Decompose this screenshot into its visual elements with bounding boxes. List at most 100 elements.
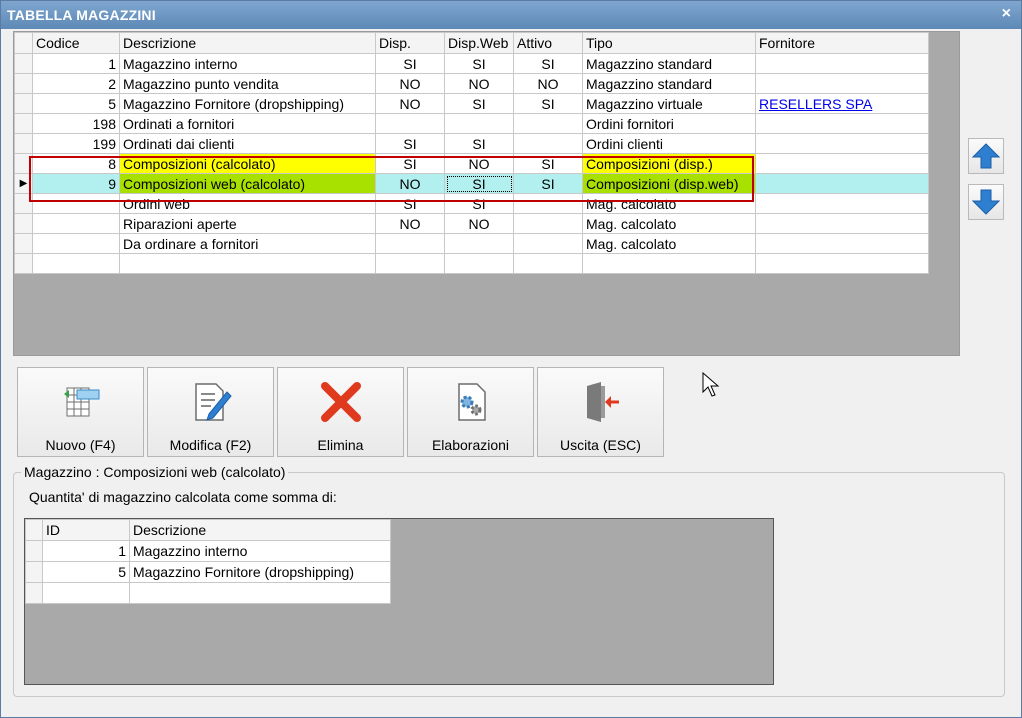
cell-attivo[interactable] bbox=[513, 213, 583, 234]
cell-codice[interactable]: 9 bbox=[32, 173, 120, 194]
cell-descrizione[interactable]: Magazzino interno bbox=[129, 540, 391, 562]
current-row-indicator[interactable]: ▶ bbox=[14, 173, 33, 194]
cell-codice[interactable] bbox=[32, 193, 120, 214]
cell-descrizione[interactable] bbox=[129, 582, 391, 604]
cell-fornitore[interactable] bbox=[755, 233, 929, 254]
table-row-empty[interactable] bbox=[14, 253, 929, 274]
cell-disp[interactable]: SI bbox=[375, 193, 445, 214]
cell-dispweb[interactable]: NO bbox=[444, 153, 514, 174]
row-indicator[interactable] bbox=[14, 133, 33, 154]
cell-descrizione[interactable]: Ordinati a fornitori bbox=[119, 113, 376, 134]
cell-disp[interactable]: NO bbox=[375, 213, 445, 234]
cell-fornitore[interactable] bbox=[755, 173, 929, 194]
cell-attivo[interactable]: NO bbox=[513, 73, 583, 94]
row-indicator[interactable] bbox=[14, 213, 33, 234]
table-row-empty[interactable] bbox=[25, 582, 391, 604]
row-indicator[interactable] bbox=[14, 53, 33, 74]
cell-descrizione[interactable]: Riparazioni aperte bbox=[119, 213, 376, 234]
cell-fornitore[interactable]: RESELLERS SPA bbox=[755, 93, 929, 114]
cell-attivo[interactable]: SI bbox=[513, 53, 583, 74]
elimina-button[interactable]: Elimina bbox=[277, 367, 404, 457]
cell-descrizione[interactable]: Da ordinare a fornitori bbox=[119, 233, 376, 254]
column-header-fornitore[interactable]: Fornitore bbox=[755, 32, 929, 54]
column-header-disp[interactable]: Disp. bbox=[375, 32, 445, 54]
cell-codice[interactable]: 5 bbox=[32, 93, 120, 114]
cell-tipo[interactable] bbox=[582, 253, 756, 274]
row-indicator[interactable] bbox=[14, 253, 33, 274]
cell-tipo[interactable]: Magazzino standard bbox=[582, 73, 756, 94]
cell-dispweb[interactable]: SI bbox=[444, 193, 514, 214]
cell-fornitore[interactable] bbox=[755, 253, 929, 274]
row-indicator[interactable] bbox=[14, 93, 33, 114]
table-row[interactable]: 1 Magazzino interno bbox=[25, 540, 391, 562]
cell-attivo[interactable] bbox=[513, 133, 583, 154]
fornitore-link[interactable]: RESELLERS SPA bbox=[759, 96, 872, 112]
table-row[interactable]: Riparazioni aperte NO NO Mag. calcolato bbox=[14, 213, 929, 234]
cell-dispweb[interactable] bbox=[444, 113, 514, 134]
cell-disp[interactable]: SI bbox=[375, 153, 445, 174]
cell-dispweb[interactable]: SI bbox=[444, 53, 514, 74]
cell-disp[interactable]: SI bbox=[375, 53, 445, 74]
modifica-button[interactable]: Modifica (F2) bbox=[147, 367, 274, 457]
cell-attivo[interactable] bbox=[513, 253, 583, 274]
cell-dispweb[interactable]: SI bbox=[444, 93, 514, 114]
cell-attivo[interactable]: SI bbox=[513, 93, 583, 114]
cell-codice[interactable] bbox=[32, 213, 120, 234]
cell-attivo[interactable]: SI bbox=[513, 173, 583, 194]
move-down-button[interactable] bbox=[968, 184, 1004, 220]
table-row[interactable]: 198 Ordinati a fornitori Ordini fornitor… bbox=[14, 113, 929, 134]
cell-fornitore[interactable] bbox=[755, 133, 929, 154]
cell-dispweb[interactable] bbox=[444, 253, 514, 274]
column-header-id[interactable]: ID bbox=[42, 519, 130, 541]
cell-tipo[interactable]: Magazzino standard bbox=[582, 53, 756, 74]
table-row[interactable]: 1 Magazzino interno SI SI SI Magazzino s… bbox=[14, 53, 929, 74]
table-row[interactable]: Ordini web SI SI Mag. calcolato bbox=[14, 193, 929, 214]
column-header-tipo[interactable]: Tipo bbox=[582, 32, 756, 54]
close-icon[interactable]: × bbox=[1002, 5, 1011, 23]
cell-id[interactable]: 1 bbox=[42, 540, 130, 562]
cell-codice[interactable]: 2 bbox=[32, 73, 120, 94]
column-header-dispweb[interactable]: Disp.Web bbox=[444, 32, 514, 54]
row-indicator[interactable] bbox=[25, 561, 43, 583]
cell-tipo[interactable]: Ordini fornitori bbox=[582, 113, 756, 134]
cell-descrizione[interactable]: Magazzino interno bbox=[119, 53, 376, 74]
table-row[interactable]: 8 Composizioni (calcolato) SI NO SI Comp… bbox=[14, 153, 929, 174]
column-header-descrizione[interactable]: Descrizione bbox=[119, 32, 376, 54]
cell-id[interactable] bbox=[42, 582, 130, 604]
cell-disp[interactable]: NO bbox=[375, 73, 445, 94]
cell-fornitore[interactable] bbox=[755, 153, 929, 174]
row-indicator[interactable] bbox=[14, 73, 33, 94]
column-header-descrizione[interactable]: Descrizione bbox=[129, 519, 391, 541]
cell-fornitore[interactable] bbox=[755, 193, 929, 214]
cell-disp[interactable] bbox=[375, 253, 445, 274]
move-up-button[interactable] bbox=[968, 138, 1004, 174]
cell-dispweb[interactable]: SI bbox=[444, 133, 514, 154]
cell-attivo[interactable] bbox=[513, 233, 583, 254]
cell-fornitore[interactable] bbox=[755, 53, 929, 74]
cell-codice[interactable] bbox=[32, 233, 120, 254]
cell-attivo[interactable] bbox=[513, 113, 583, 134]
cell-disp[interactable] bbox=[375, 113, 445, 134]
cell-disp[interactable]: SI bbox=[375, 133, 445, 154]
table-row[interactable]: 2 Magazzino punto vendita NO NO NO Magaz… bbox=[14, 73, 929, 94]
table-row[interactable]: 199 Ordinati dai clienti SI SI Ordini cl… bbox=[14, 133, 929, 154]
cell-descrizione[interactable]: Ordini web bbox=[119, 193, 376, 214]
table-row[interactable]: Da ordinare a fornitori Mag. calcolato bbox=[14, 233, 929, 254]
cell-tipo[interactable]: Ordini clienti bbox=[582, 133, 756, 154]
table-row[interactable]: 5 Magazzino Fornitore (dropshipping) bbox=[25, 561, 391, 583]
cell-descrizione[interactable]: Composizioni (calcolato) bbox=[119, 153, 376, 174]
cell-descrizione[interactable]: Magazzino punto vendita bbox=[119, 73, 376, 94]
uscita-button[interactable]: Uscita (ESC) bbox=[537, 367, 664, 457]
table-row-selected[interactable]: ▶ 9 Composizioni web (calcolato) NO SI S… bbox=[14, 173, 929, 194]
cell-descrizione[interactable]: Magazzino Fornitore (dropshipping) bbox=[119, 93, 376, 114]
row-indicator[interactable] bbox=[25, 540, 43, 562]
cell-tipo[interactable]: Composizioni (disp.web) bbox=[582, 173, 756, 194]
cell-tipo[interactable]: Magazzino virtuale bbox=[582, 93, 756, 114]
nuovo-button[interactable]: Nuovo (F4) bbox=[17, 367, 144, 457]
cell-tipo[interactable]: Mag. calcolato bbox=[582, 233, 756, 254]
cell-attivo[interactable] bbox=[513, 193, 583, 214]
cell-codice[interactable]: 199 bbox=[32, 133, 120, 154]
cell-fornitore[interactable] bbox=[755, 113, 929, 134]
cell-disp[interactable]: NO bbox=[375, 93, 445, 114]
cell-codice[interactable] bbox=[32, 253, 120, 274]
